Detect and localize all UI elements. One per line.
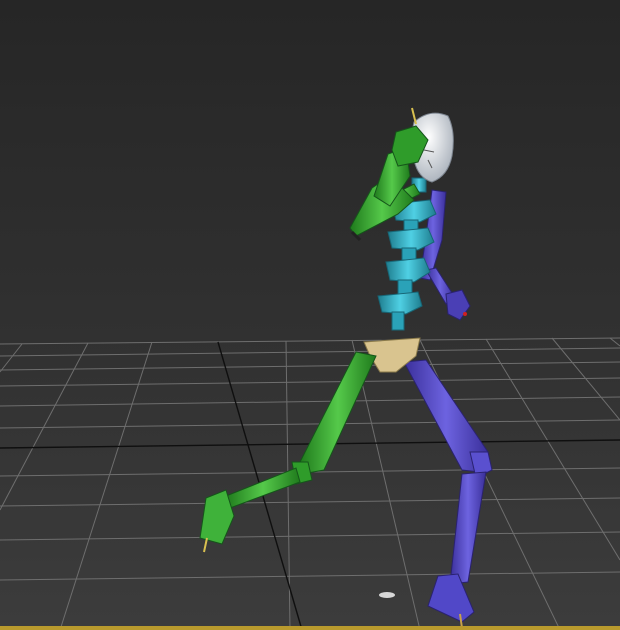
left-thigh[interactable] [299,351,377,475]
ground-marker [379,592,395,598]
viewport-active-border [0,626,620,630]
left-foot[interactable] [199,489,235,545]
biped-character[interactable] [199,107,493,629]
right-hand[interactable] [445,289,471,321]
right-calf[interactable] [449,471,487,585]
3d-viewport[interactable] [0,0,620,630]
ground-grid [0,337,620,630]
spine-segment-4[interactable] [377,291,423,315]
viewport-canvas[interactable] [0,0,620,630]
